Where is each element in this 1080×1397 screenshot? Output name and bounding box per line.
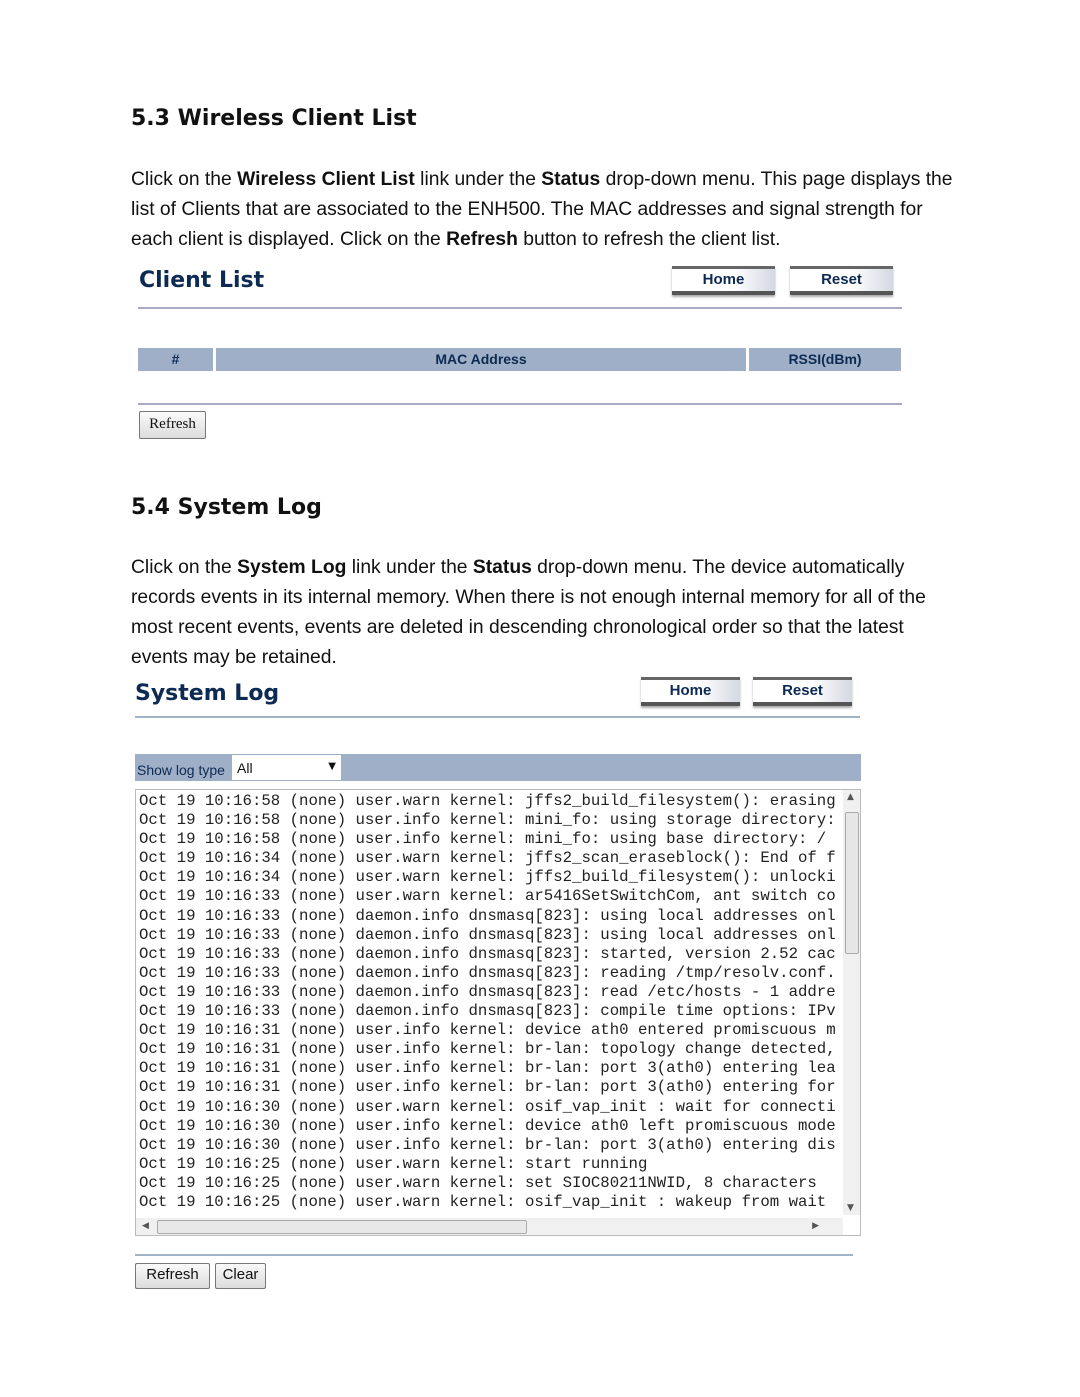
log-line: Oct 19 10:16:31 (none) user.info kernel:…	[139, 1040, 836, 1059]
client-list-description: Click on the Wireless Client List link u…	[131, 165, 961, 255]
log-line: Oct 19 10:16:33 (none) daemon.info dnsma…	[139, 982, 836, 1001]
log-line: Oct 19 10:16:58 (none) user.warn kernel:…	[139, 792, 836, 810]
divider	[135, 1254, 853, 1256]
log-line: Oct 19 10:16:31 (none) user.info kernel:…	[139, 1021, 836, 1040]
bold-term: System Log	[237, 557, 347, 578]
horizontal-scrollbar[interactable]: ◀ ▶	[136, 1218, 843, 1235]
bold-term: Wireless Client List	[237, 169, 415, 190]
scroll-down-icon[interactable]: ▼	[847, 1203, 854, 1213]
chevron-down-icon: ▼	[328, 761, 336, 772]
client-list-title: Client List	[139, 268, 265, 293]
refresh-button[interactable]: Refresh	[135, 1263, 210, 1289]
log-line: Oct 19 10:16:31 (none) user.info kernel:…	[139, 1078, 836, 1097]
log-line: Oct 19 10:16:33 (none) daemon.info dnsma…	[139, 1002, 836, 1021]
log-line: Oct 19 10:16:25 (none) user.warn kernel:…	[139, 1154, 648, 1173]
text-run: Click on the	[131, 169, 238, 190]
divider	[138, 403, 902, 405]
log-line: Oct 19 10:16:58 (none) user.info kernel:…	[139, 830, 827, 849]
log-line: Oct 19 10:16:58 (none) user.info kernel:…	[139, 811, 836, 830]
bold-term: Status	[541, 169, 601, 190]
bold-term: Refresh	[446, 229, 518, 250]
column-header-index: #	[138, 348, 213, 371]
log-type-select[interactable]: All ▼	[232, 755, 341, 780]
log-line: Oct 19 10:16:30 (none) user.warn kernel:…	[139, 1097, 836, 1116]
log-line: Oct 19 10:16:33 (none) user.warn kernel:…	[139, 887, 836, 906]
log-line: Oct 19 10:16:25 (none) user.warn kernel:…	[139, 1173, 817, 1192]
log-line: Oct 19 10:16:25 (none) user.warn kernel:…	[139, 1192, 827, 1211]
log-line: Oct 19 10:16:30 (none) user.info kernel:…	[139, 1116, 836, 1135]
log-type-label: Show log type	[137, 762, 225, 778]
reset-button[interactable]: Reset	[753, 677, 852, 706]
log-line: Oct 19 10:16:33 (none) daemon.info dnsma…	[139, 925, 836, 944]
log-type-value: All	[237, 760, 253, 776]
refresh-button[interactable]: Refresh	[139, 411, 206, 439]
scroll-right-icon[interactable]: ▶	[812, 1221, 819, 1231]
text-run: link under the	[414, 169, 542, 190]
system-log-description: Click on the System Log link under the S…	[131, 553, 961, 673]
log-textarea[interactable]: Oct 19 10:16:58 (none) user.warn kernel:…	[135, 789, 861, 1236]
log-line: Oct 19 10:16:34 (none) user.warn kernel:…	[139, 849, 836, 868]
log-line: Oct 19 10:16:33 (none) daemon.info dnsma…	[139, 944, 836, 963]
divider	[138, 307, 902, 309]
text-run: link under the	[346, 557, 473, 578]
bold-term: Status	[472, 557, 532, 578]
section-heading-system-log: 5.4 System Log	[131, 495, 322, 520]
home-button[interactable]: Home	[641, 677, 740, 706]
home-button[interactable]: Home	[672, 266, 775, 295]
text-run: button to refresh the client list.	[517, 229, 781, 250]
clear-button[interactable]: Clear	[215, 1263, 266, 1289]
vertical-scroll-thumb[interactable]	[845, 812, 859, 954]
system-log-title: System Log	[135, 681, 280, 706]
horizontal-scroll-thumb[interactable]	[157, 1220, 527, 1234]
vertical-scrollbar[interactable]: ▲ ▼	[843, 790, 860, 1215]
scroll-up-icon[interactable]: ▲	[847, 792, 854, 802]
log-line: Oct 19 10:16:33 (none) daemon.info dnsma…	[139, 963, 836, 982]
column-header-rssi: RSSI(dBm)	[749, 348, 901, 371]
section-heading-client-list: 5.3 Wireless Client List	[131, 106, 417, 131]
column-header-mac-address: MAC Address	[216, 348, 746, 371]
log-line: Oct 19 10:16:34 (none) user.warn kernel:…	[139, 868, 836, 887]
log-line: Oct 19 10:16:31 (none) user.info kernel:…	[139, 1059, 836, 1078]
text-run: Click on the	[131, 557, 238, 578]
log-filter-bar: Show log type All ▼	[135, 754, 861, 781]
log-line: Oct 19 10:16:33 (none) daemon.info dnsma…	[139, 906, 836, 925]
log-line: Oct 19 10:16:30 (none) user.info kernel:…	[139, 1135, 836, 1154]
scroll-left-icon[interactable]: ◀	[142, 1221, 149, 1231]
reset-button[interactable]: Reset	[790, 266, 893, 295]
document-page: 5.3 Wireless Client List Click on the Wi…	[0, 0, 1080, 1397]
divider	[135, 716, 860, 718]
log-lines: Oct 19 10:16:58 (none) user.warn kernel:…	[139, 792, 843, 1212]
